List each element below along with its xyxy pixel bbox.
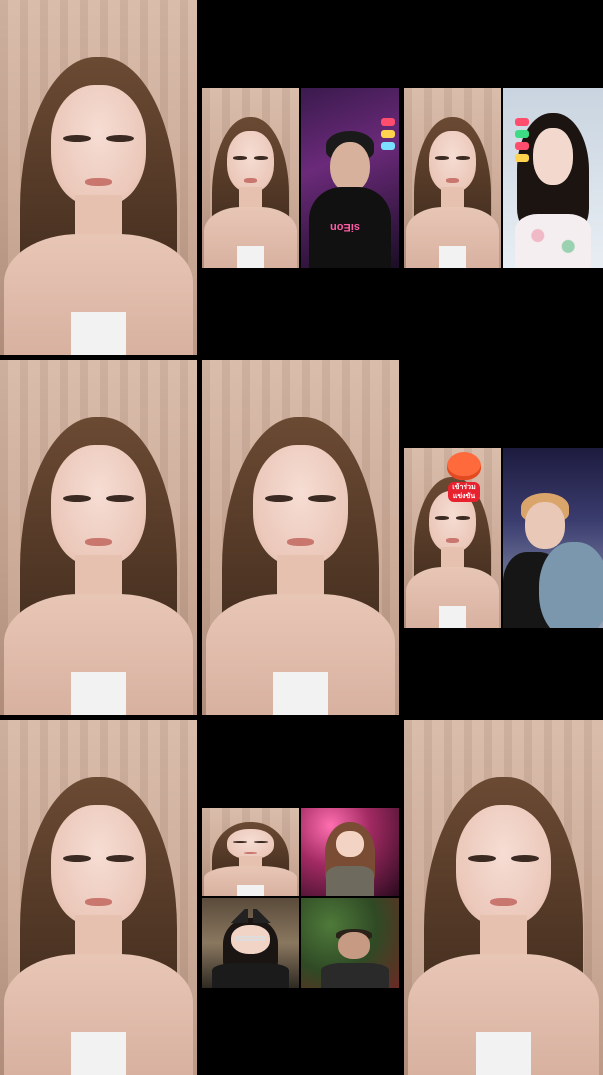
guest-video (301, 898, 399, 988)
video-tile-0-0[interactable] (0, 0, 197, 355)
heart-icon (447, 452, 481, 480)
video-tile-1-0[interactable] (0, 360, 197, 715)
gift-icons (381, 118, 395, 150)
guest-video: siEon (301, 88, 399, 268)
guest-panel[interactable] (503, 448, 603, 628)
host-panel[interactable] (202, 88, 299, 268)
guest-panel-3[interactable] (301, 898, 399, 988)
host-video (0, 360, 197, 715)
cat-ears-filter-icon (227, 908, 274, 924)
video-tile-2-0[interactable] (0, 720, 197, 1075)
host-video (202, 360, 399, 715)
video-tile-1-2[interactable]: เข้าร่วม แข่งขัน (404, 360, 603, 715)
guest-panel[interactable]: siEon (301, 88, 399, 268)
host-panel[interactable]: เข้าร่วม แข่งขัน (404, 448, 501, 628)
guest-panel[interactable] (503, 88, 603, 268)
host-panel[interactable] (202, 808, 299, 896)
host-panel[interactable] (404, 88, 501, 268)
guest-panel-2[interactable] (202, 898, 299, 988)
host-video (404, 720, 603, 1075)
host-video (202, 808, 299, 896)
guest-video (503, 448, 603, 628)
gift-label: เข้าร่วม แข่งขัน (448, 482, 480, 502)
guest-video (202, 898, 299, 988)
video-tile-2-2[interactable] (404, 720, 603, 1075)
video-tile-0-1[interactable]: siEon (202, 0, 399, 355)
video-tile-0-2[interactable] (404, 0, 603, 355)
host-video (0, 0, 197, 355)
host-video (404, 88, 501, 268)
video-tile-2-1[interactable] (202, 720, 399, 1075)
gift-icons (515, 118, 529, 162)
gift-overlay[interactable]: เข้าร่วม แข่งขัน (434, 452, 494, 502)
video-tile-1-1[interactable] (202, 360, 399, 715)
host-video (0, 720, 197, 1075)
shirt-text: siEon (330, 221, 361, 234)
guest-video (503, 88, 603, 268)
host-video (202, 88, 299, 268)
guest-panel-1[interactable] (301, 808, 399, 896)
guest-video (301, 808, 399, 896)
